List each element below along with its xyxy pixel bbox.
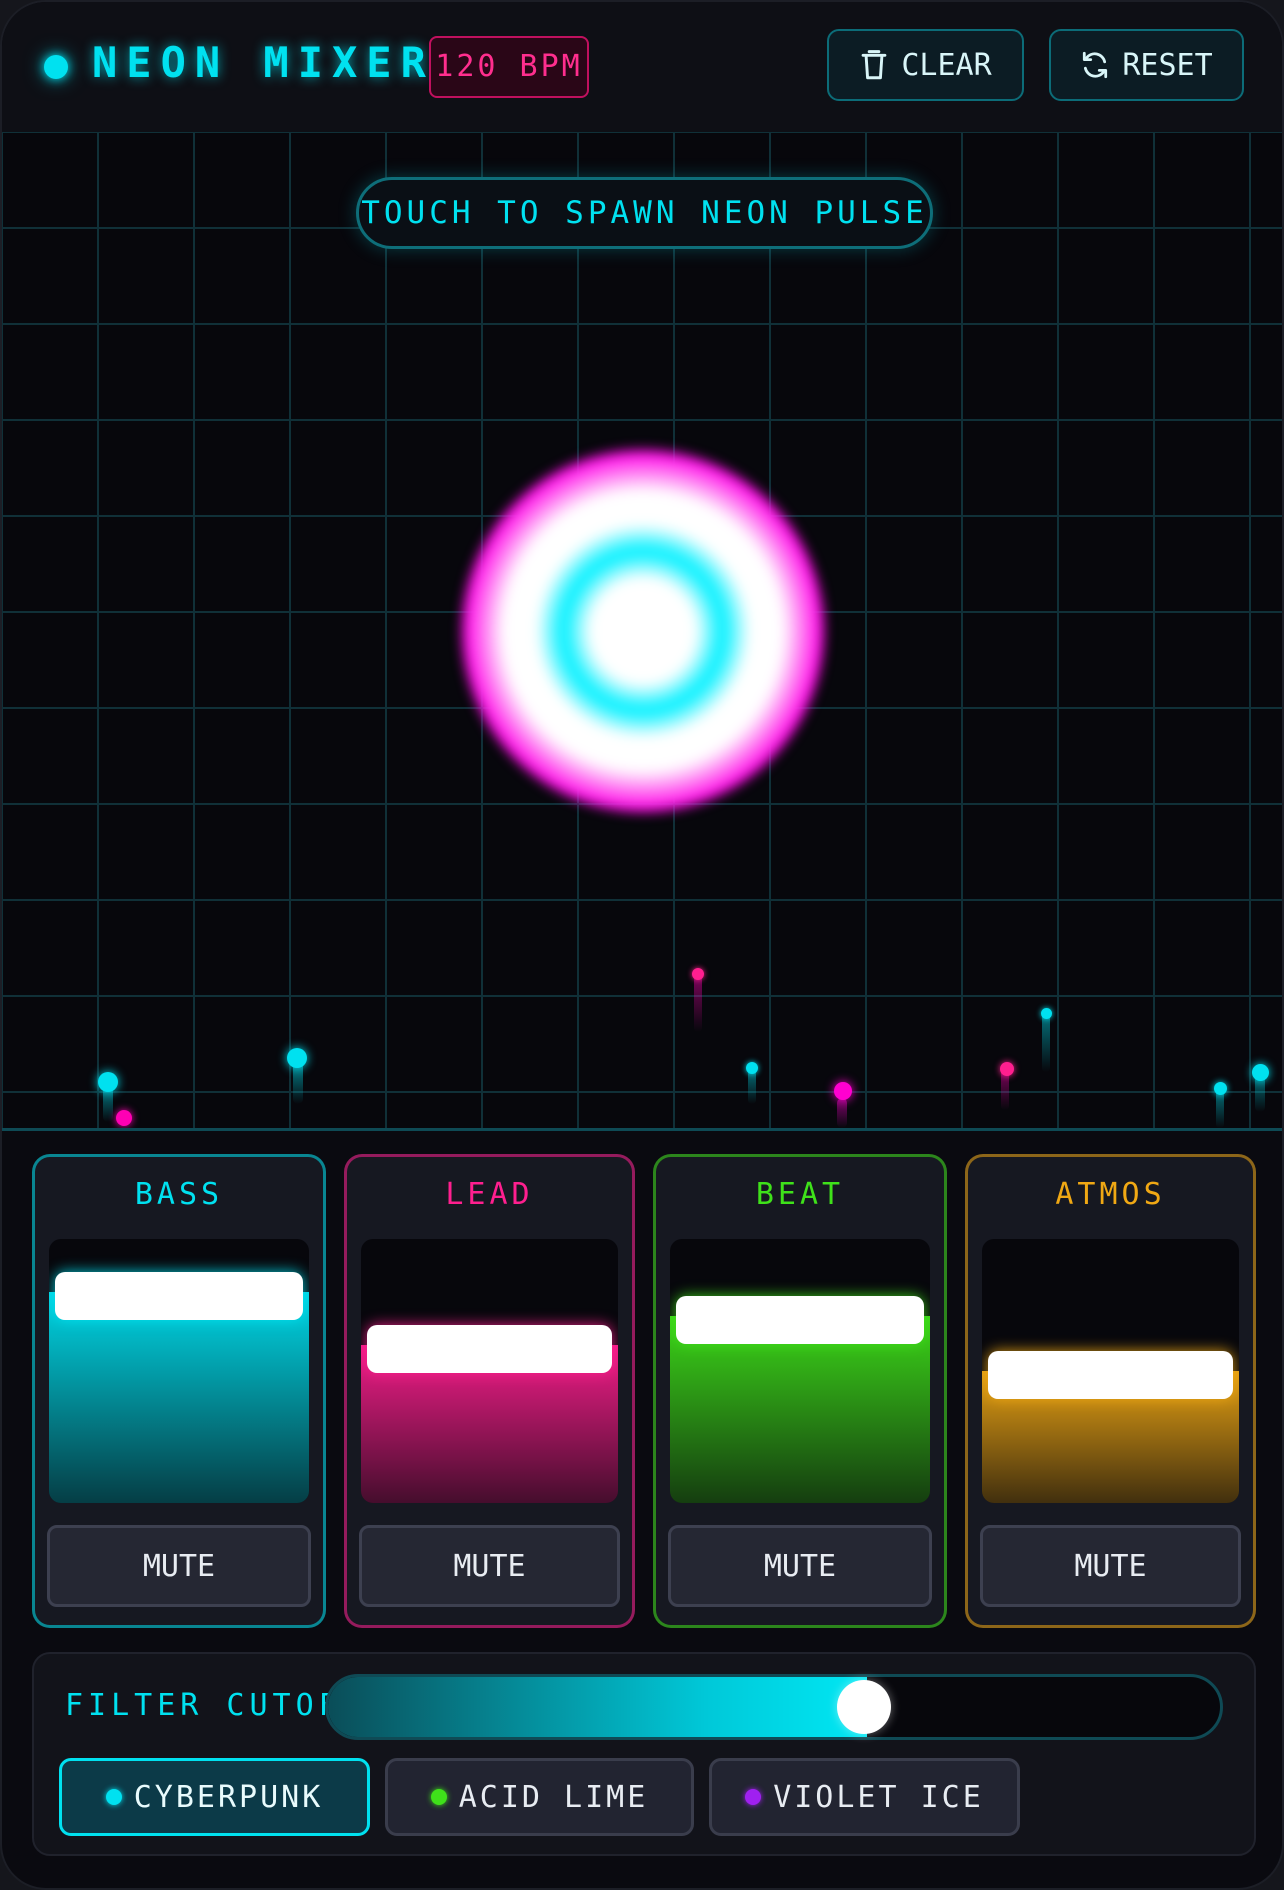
fader-handle[interactable] (988, 1351, 1233, 1399)
particle (692, 968, 704, 980)
trash-icon (861, 50, 887, 80)
particle (287, 1048, 307, 1068)
channel-fader[interactable] (982, 1239, 1239, 1503)
channel-lead: LEAD MUTE (344, 1154, 635, 1628)
theme-acid-lime[interactable]: ACID LIME (385, 1758, 694, 1836)
touch-stage[interactable]: TOUCH TO SPAWN NEON PULSE (2, 132, 1282, 1131)
violet-ice-dot-icon (745, 1789, 762, 1805)
fader-fill (49, 1292, 309, 1503)
theme-cyberpunk[interactable]: CYBERPUNK (59, 1758, 370, 1836)
mute-button[interactable]: MUTE (359, 1525, 620, 1607)
theme-label: VIOLET ICE (773, 1779, 984, 1815)
channel-fader[interactable] (49, 1239, 309, 1503)
app-title: NEON MIXER (92, 38, 435, 87)
particle (1000, 1062, 1014, 1076)
particle (1214, 1082, 1227, 1095)
clear-button[interactable]: CLEAR (827, 29, 1024, 101)
mute-button[interactable]: MUTE (47, 1525, 311, 1607)
theme-label: ACID LIME (458, 1779, 649, 1815)
slider-thumb[interactable] (836, 1680, 891, 1734)
neon-mixer-app: NEON MIXER 120 BPM CLEAR RESET TOUCH TO … (0, 0, 1284, 1890)
channel-fader[interactable] (670, 1239, 930, 1503)
channel-bass: BASS MUTE (32, 1154, 326, 1628)
channel-name: LEAD (445, 1177, 534, 1212)
channel-name: ATMOS (1055, 1177, 1166, 1212)
channel-atmos: ATMOS MUTE (965, 1154, 1256, 1628)
particle-trail (694, 972, 702, 1032)
channel-strip-group: BASS MUTE LEAD MUTE BEAT MUTE ATMOS MUTE (32, 1154, 1256, 1628)
status-dot-icon (44, 55, 68, 79)
theme-violet-ice[interactable]: VIOLET ICE (709, 1758, 1020, 1836)
channel-name: BASS (134, 1177, 224, 1212)
filter-cutoff-label: FILTER CUTOFF (65, 1688, 365, 1723)
header-bar: NEON MIXER 120 BPM CLEAR RESET (2, 2, 1282, 134)
particle (1041, 1008, 1052, 1019)
fader-handle[interactable] (676, 1296, 924, 1344)
particle (746, 1062, 758, 1074)
particle (116, 1110, 132, 1126)
channel-name: BEAT (755, 1177, 845, 1212)
fader-fill (670, 1316, 930, 1503)
acid-lime-dot-icon (430, 1789, 447, 1805)
mute-button[interactable]: MUTE (980, 1525, 1241, 1607)
reset-label: RESET (1122, 47, 1213, 83)
slider-fill (328, 1677, 867, 1737)
reset-button[interactable]: RESET (1049, 29, 1244, 101)
channel-fader[interactable] (361, 1239, 618, 1503)
bpm-badge: 120 BPM (429, 36, 589, 98)
mute-button[interactable]: MUTE (668, 1525, 932, 1607)
channel-beat: BEAT MUTE (653, 1154, 947, 1628)
neon-pulse (462, 450, 824, 812)
theme-label: CYBERPUNK (133, 1779, 324, 1815)
fader-handle[interactable] (367, 1325, 612, 1373)
spawn-hint: TOUCH TO SPAWN NEON PULSE (356, 177, 933, 249)
filter-panel: FILTER CUTOFF CYBERPUNK ACID LIME VIOLET… (32, 1652, 1256, 1856)
particle (1252, 1064, 1269, 1081)
particle-trail (1042, 1012, 1050, 1072)
particle (98, 1072, 118, 1092)
particle-trail (837, 1098, 847, 1128)
fader-handle[interactable] (55, 1272, 303, 1320)
cyberpunk-dot-icon (105, 1789, 122, 1805)
filter-cutoff-slider[interactable] (325, 1674, 1223, 1740)
clear-label: CLEAR (901, 47, 992, 83)
refresh-icon (1083, 51, 1108, 79)
